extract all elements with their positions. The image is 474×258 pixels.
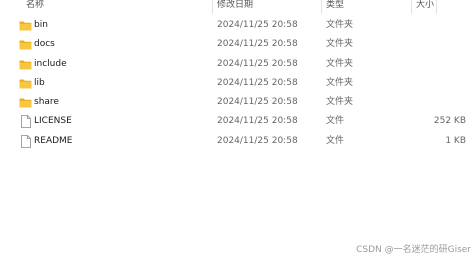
column-divider[interactable] — [411, 0, 412, 14]
item-date: 2024/11/25 20:58 — [217, 58, 298, 69]
column-divider[interactable] — [321, 0, 322, 14]
item-date: 2024/11/25 20:58 — [217, 20, 298, 30]
item-type: 文件 — [326, 116, 345, 127]
item-date: 2024/11/25 20:58 — [217, 97, 298, 108]
item-name[interactable]: lib — [34, 74, 45, 93]
item-date: 2024/11/25 20:58 — [217, 135, 298, 146]
list-item[interactable]: LICENSE 2024/11/25 20:58 文件 252 KB — [0, 112, 474, 131]
file-list: bin 2024/11/25 20:58 文件夹 docs 2024/11/25… — [0, 16, 474, 151]
list-item[interactable]: bin 2024/11/25 20:58 文件夹 — [0, 16, 474, 35]
file-icon — [21, 134, 31, 148]
column-header-name[interactable]: 名称 — [26, 0, 44, 13]
item-name[interactable]: README — [34, 132, 72, 151]
item-name[interactable]: include — [34, 55, 67, 74]
list-item[interactable]: include 2024/11/25 20:58 文件夹 — [0, 55, 474, 74]
column-divider[interactable] — [212, 0, 213, 14]
folder-icon — [19, 98, 32, 108]
item-name[interactable]: docs — [34, 35, 55, 54]
list-item[interactable]: README 2024/11/25 20:58 文件 1 KB — [0, 132, 474, 151]
folder-icon — [19, 21, 32, 31]
file-icon — [21, 115, 31, 129]
column-divider[interactable] — [436, 0, 437, 14]
list-item[interactable]: docs 2024/11/25 20:58 文件夹 — [0, 35, 474, 54]
column-header-date[interactable]: 修改日期 — [217, 0, 253, 13]
item-type: 文件 — [326, 135, 345, 146]
item-name[interactable]: LICENSE — [34, 112, 72, 131]
item-date: 2024/11/25 20:58 — [217, 116, 298, 127]
column-header-type[interactable]: 类型 — [326, 0, 344, 13]
item-name[interactable]: bin — [34, 16, 48, 35]
item-type: 文件夹 — [326, 20, 354, 30]
folder-icon — [19, 40, 32, 50]
folder-icon — [19, 60, 32, 70]
column-header-size[interactable]: 大小 — [416, 0, 434, 13]
item-size: 1 KB — [445, 135, 466, 146]
item-type: 文件夹 — [326, 58, 354, 69]
watermark: CSDN @一名迷茫的研Giser — [356, 245, 471, 255]
item-type: 文件夹 — [326, 97, 354, 108]
column-header-bar: 名称 ⌃ 修改日期 类型 大小 — [0, 0, 474, 15]
item-size: 252 KB — [433, 116, 466, 127]
folder-icon — [19, 79, 32, 89]
list-item[interactable]: share 2024/11/25 20:58 文件夹 — [0, 93, 474, 112]
item-date: 2024/11/25 20:58 — [217, 77, 298, 88]
list-item[interactable]: lib 2024/11/25 20:58 文件夹 — [0, 74, 474, 93]
item-date: 2024/11/25 20:58 — [217, 39, 298, 50]
item-type: 文件夹 — [326, 77, 354, 88]
item-name[interactable]: share — [34, 93, 59, 112]
item-type: 文件夹 — [326, 39, 354, 50]
